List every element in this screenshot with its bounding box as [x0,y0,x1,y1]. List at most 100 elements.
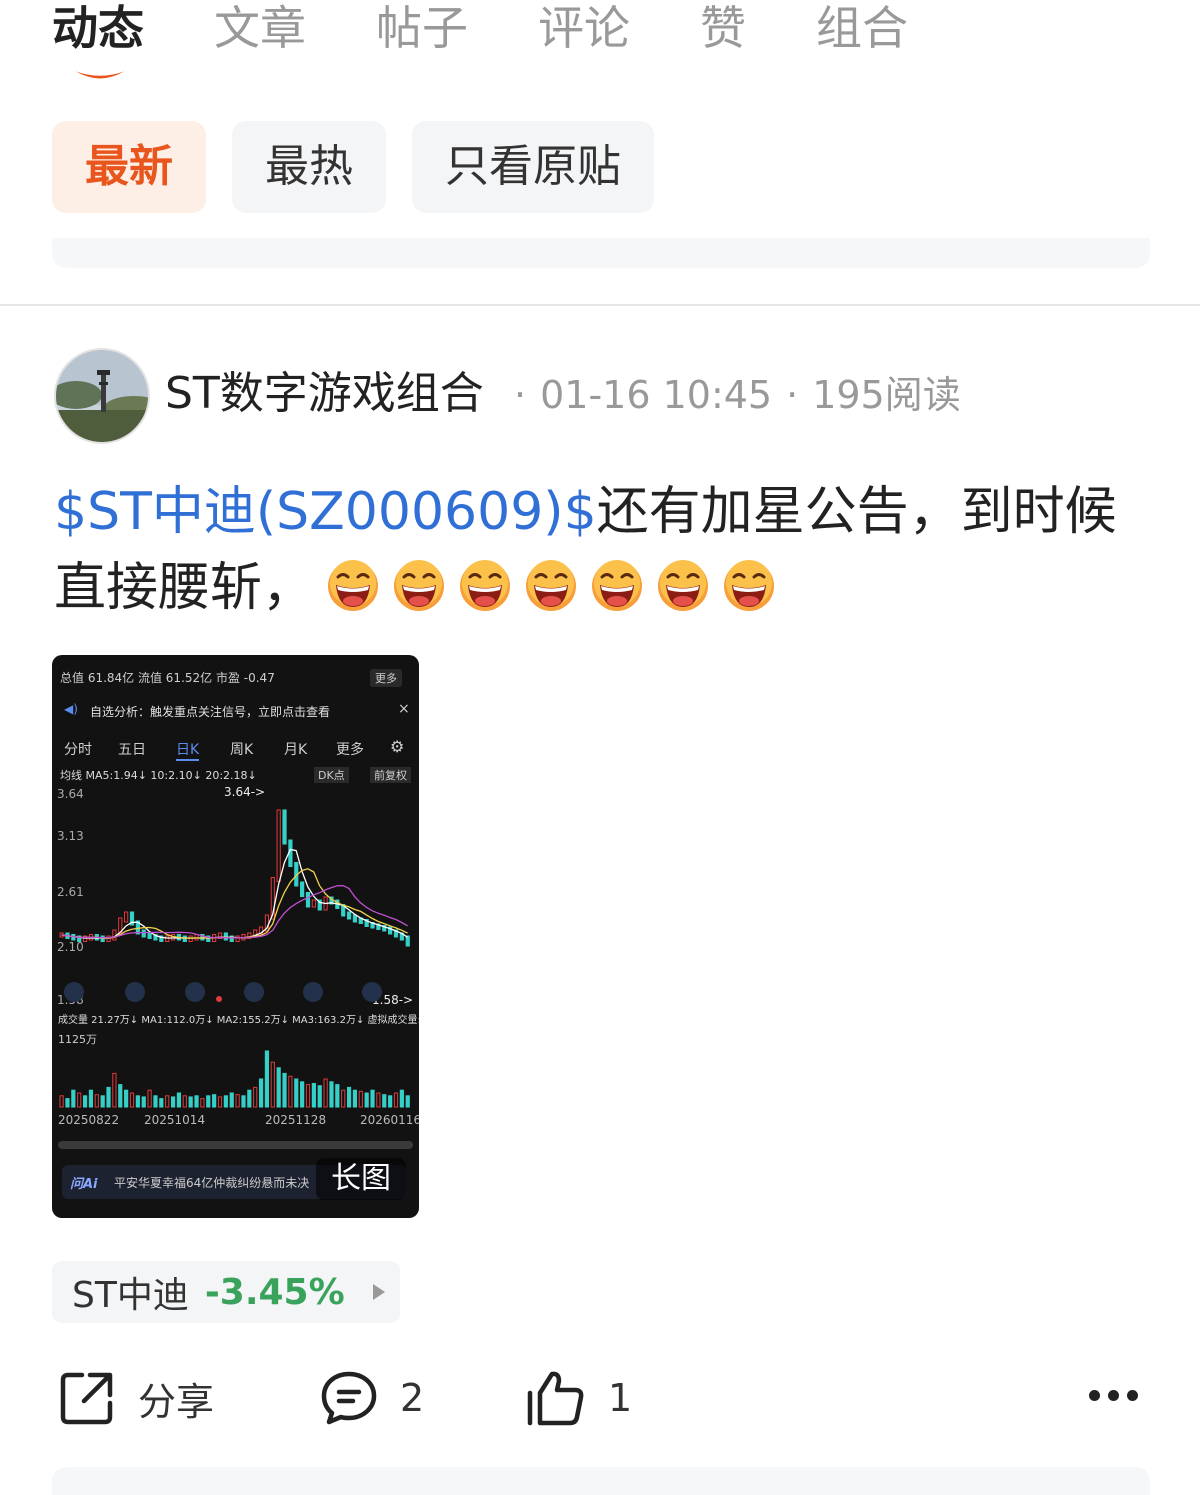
tab-posts[interactable]: 帖子 [376,0,468,56]
image-volume-bar [71,1089,76,1108]
comment-button[interactable]: 2 [320,1366,424,1430]
filter-original-only[interactable]: 只看原贴 [412,121,654,213]
image-ma-line: 均线 MA5:1.94↓ 10:2.10↓ 20:2.18↓ [60,769,257,782]
laughing-emoji [460,560,511,611]
image-volume-bar [165,1095,170,1108]
tab-articles[interactable]: 文章 [214,0,306,56]
image-candle [346,911,352,920]
image-volume-bar [106,1086,111,1108]
image-notice-speaker-icon: ◀) [64,702,78,716]
image-candle [305,892,311,908]
stock-chip-change: -3.45% [204,1271,345,1313]
stock-chip[interactable]: ST中迪 -3.45% [52,1261,400,1323]
image-volume-bar [170,1096,176,1108]
image-dk-label: DK点 [314,767,349,783]
image-volume-bar [317,1085,322,1108]
post-text-line1: 还有加星公告，到时候 [596,482,1117,542]
image-date-tick: 20251014 [144,1113,206,1127]
image-volume-bar [59,1095,64,1108]
image-volume-bar [65,1098,70,1108]
image-volume-bar [182,1095,187,1108]
image-volume-bar [258,1078,264,1108]
laughing-emoji [394,560,445,611]
image-candle [112,929,117,941]
thumbs-up-icon [527,1371,584,1426]
image-volume-bar [94,1094,99,1108]
image-volume-bar [341,1089,346,1108]
post-meta: · 01-16 10:45 · 195阅读 [500,370,961,420]
image-volume-bar [176,1092,182,1108]
more-options-icon[interactable] [1089,1390,1138,1401]
tab-comments[interactable]: 评论 [538,0,630,56]
laughing-emoji [526,560,577,611]
image-volume-bar [77,1092,82,1108]
image-ai-tag: 问Ai [70,1177,98,1192]
image-candle [235,935,240,942]
post-body: $ST中迪(SZ000609)$还有加星公告，到时候 直接腰斩， [54,474,1164,626]
post-actions: 分享 2 1 [58,1366,1148,1430]
image-volume-bar [311,1082,316,1108]
image-volume-bar [188,1096,193,1108]
image-candle [352,914,358,923]
image-volume-bar [129,1092,135,1108]
image-volume-bar [124,1089,129,1108]
separator-dot: · [514,373,527,417]
emoji-row [314,558,776,618]
image-volume-bar [405,1095,410,1108]
laughing-emoji [658,560,709,611]
image-volume-bar [135,1095,140,1108]
image-volume-bar [223,1095,228,1108]
share-button[interactable]: 分享 [58,1366,214,1430]
tab-dynamic[interactable]: 动态 [52,0,144,56]
image-candle [141,929,146,938]
image-volume-bar [147,1089,152,1108]
image-volume-bar [288,1075,293,1108]
post-image[interactable]: 总值 61.84亿 流值 61.52亿 市盈 -0.47 更多 自选分析：触发重… [52,655,419,1218]
image-ai-text: 平安华夏幸福64亿仲裁纠纷悬而未决 [114,1176,310,1190]
laughing-emoji [592,560,643,611]
image-volume-bar [253,1086,258,1108]
image-candle [276,809,281,882]
image-candle [311,899,316,908]
author-name[interactable]: ST数字游戏组合 [165,366,484,422]
image-volume-chart [59,1050,410,1108]
image-candle [194,934,199,941]
image-volume-bar [335,1084,340,1108]
image-volume-bar [200,1098,205,1108]
image-candle [405,935,410,947]
like-button[interactable]: 1 [526,1366,632,1430]
stock-link[interactable]: $ST中迪(SZ000609)$ [54,482,597,542]
image-volume-bar [194,1095,199,1108]
image-ma-curve [61,848,408,939]
tab-portfolio[interactable]: 组合 [816,0,908,56]
divider [0,304,1200,306]
image-period-tab: 分时 [64,742,92,758]
filter-latest[interactable]: 最新 [52,121,206,213]
image-candle [223,932,228,941]
image-kline-chart [59,809,410,947]
image-volume-bar [352,1089,358,1108]
tab-likes[interactable]: 赞 [700,0,746,56]
image-volume-bar [82,1095,88,1108]
image-candle [124,911,129,923]
post-text-line2: 直接腰斩， [54,558,315,618]
avatar[interactable] [54,348,150,444]
image-volume-bar [294,1078,299,1108]
image-volume-bar [376,1092,381,1108]
image-period-tab: 日K [176,739,200,761]
image-candle [182,935,187,942]
image-date-tick: 20260116 [360,1113,419,1127]
image-volume-bar [241,1095,246,1108]
image-period-tab: 更多 [336,742,364,758]
separator-dot: · [786,373,799,417]
image-volume-bar [370,1089,375,1108]
tab-bar: 动态 文章 帖子 评论 赞 组合 [52,0,978,90]
comment-count: 2 [400,1376,425,1420]
image-more-button: 更多 [370,669,402,687]
active-tab-indicator [76,71,124,79]
image-scrollbar [58,1141,413,1149]
image-volume-bar [382,1094,387,1108]
filter-hottest[interactable]: 最热 [232,121,386,213]
image-period-tab: 周K [230,742,254,758]
image-volume-bar [247,1089,252,1108]
